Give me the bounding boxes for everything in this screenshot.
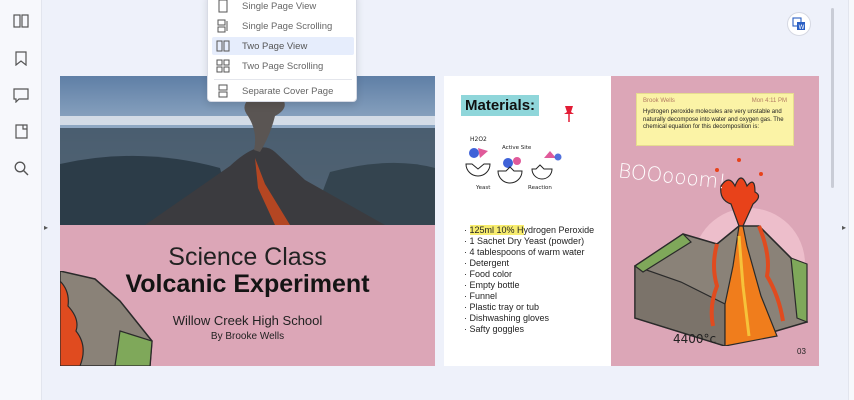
svg-text:Active Site: Active Site — [502, 145, 532, 151]
page-number: 03 — [797, 347, 806, 356]
note-text: Hydrogen peroxide molecules are very uns… — [643, 109, 784, 130]
menu-item-two-page-view[interactable]: Two Page View — [212, 37, 354, 55]
page-thumbnail-icon[interactable] — [11, 121, 31, 141]
search-icon[interactable] — [11, 158, 31, 178]
pin-icon[interactable] — [562, 105, 576, 123]
two-page-icon[interactable] — [11, 11, 31, 31]
menu-divider — [214, 79, 352, 80]
expand-left-panel-icon[interactable]: ▸ — [42, 223, 50, 233]
left-toolbar — [0, 0, 42, 400]
materials-heading: Materials: — [461, 95, 540, 116]
note-time: Mon 4:11 PM — [751, 98, 787, 104]
svg-text:W: W — [799, 24, 805, 31]
menu-item-separate-cover-page[interactable]: Separate Cover Page — [212, 82, 354, 100]
svg-text:H2O2: H2O2 — [470, 136, 487, 143]
translate-icon: W — [792, 17, 805, 31]
bookmark-icon[interactable] — [11, 48, 31, 68]
temperature-label: 4400°c — [673, 332, 717, 346]
menu-item-single-page-scrolling[interactable]: Single Page Scrolling — [212, 17, 354, 35]
translate-button[interactable]: W — [787, 12, 811, 36]
list-item: Empty bottle — [464, 280, 611, 291]
cover-school: Willow Creek High School — [172, 313, 323, 328]
menu-item-two-page-scrolling[interactable]: Two Page Scrolling — [212, 57, 354, 75]
list-item: Plastic tray or tub — [464, 302, 611, 313]
document-page-materials: Materials: H2O2 Active Site Yeast Reacti… — [444, 76, 611, 366]
single-page-view-icon — [218, 0, 228, 13]
expand-right-panel-icon[interactable]: ▸ — [840, 223, 848, 233]
separate-cover-page-icon — [218, 84, 228, 98]
note-author: Brook Wells — [643, 98, 675, 104]
page-view-menu: Single Page View Single Page Scrolling T… — [207, 0, 357, 102]
list-item: Dishwashing gloves — [464, 313, 611, 324]
cover-author: By Brooke Wells — [210, 331, 285, 342]
scrollbar-thumb[interactable] — [831, 8, 834, 188]
cover-title: Volcanic Experiment — [125, 270, 370, 298]
list-item: Safty goggles — [464, 324, 611, 335]
cover-subtitle: Science Class — [168, 243, 327, 271]
document-page-cover: Science Class Volcanic Experiment Willow… — [60, 76, 435, 366]
list-item: Detergent — [464, 258, 611, 269]
list-item: Funnel — [464, 291, 611, 302]
enzyme-sketch: H2O2 Active Site Yeast Reaction — [465, 136, 562, 191]
list-item: 1 Sachet Dry Yeast (powder) — [464, 236, 611, 247]
menu-item-single-page-view[interactable]: Single Page View — [212, 0, 354, 15]
sticky-note-comment[interactable]: Brook Wells Mon 4:11 PM Hydrogen peroxid… — [636, 93, 794, 146]
comment-icon[interactable] — [11, 85, 31, 105]
single-page-scrolling-icon — [217, 19, 228, 33]
right-panel-edge — [848, 0, 854, 400]
svg-text:Yeast: Yeast — [475, 185, 491, 191]
highlighted-text: 125ml 10% H — [469, 225, 524, 235]
list-item: 4 tablespoons of warm water — [464, 247, 611, 258]
two-page-view-icon — [216, 40, 230, 52]
note-header: Brook Wells Mon 4:11 PM — [643, 98, 787, 104]
document-page-illustration: Brook Wells Mon 4:11 PM Hydrogen peroxid… — [611, 76, 819, 366]
list-item: Food color — [464, 269, 611, 280]
materials-list: 125ml 10% Hydrogen Peroxide 1 Sachet Dry… — [464, 225, 611, 335]
two-page-scrolling-icon — [216, 59, 230, 73]
list-item: 125ml 10% Hydrogen Peroxide — [464, 225, 611, 236]
svg-text:Reaction: Reaction — [528, 185, 552, 191]
